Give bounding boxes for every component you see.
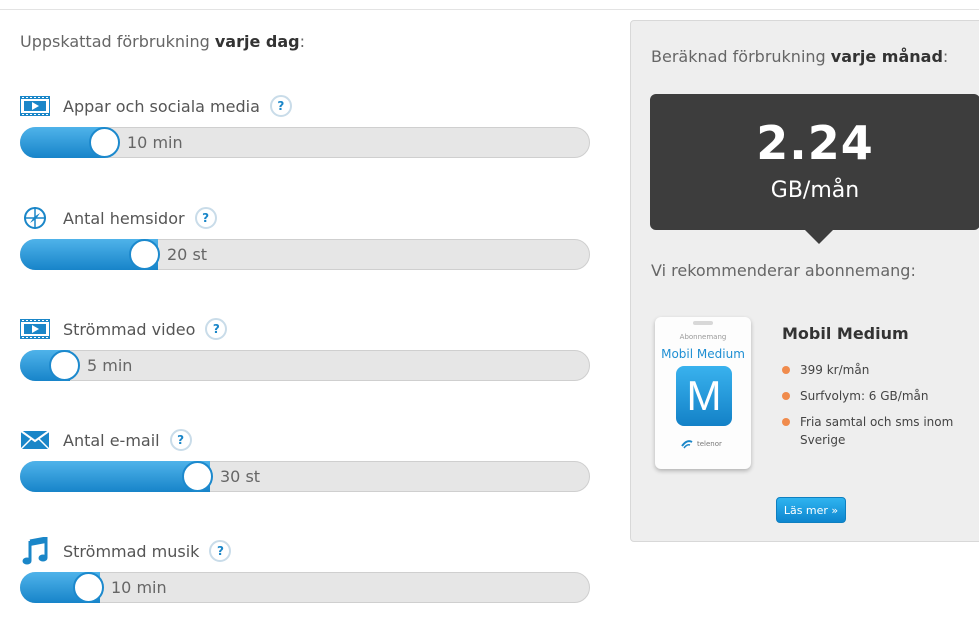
- usage-unit: GB/mån: [770, 178, 860, 203]
- slider-value: 10 min: [111, 578, 167, 597]
- feature-item: Fria samtal och sms inom Sverige: [782, 413, 979, 449]
- product-name: Mobil Medium: [782, 324, 909, 343]
- slider-track[interactable]: 5 min: [20, 350, 590, 381]
- read-more-button[interactable]: Läs mer »: [776, 497, 846, 523]
- slider-handle[interactable]: [89, 127, 120, 158]
- result-panel: Beräknad förbrukning varje månad: 2.24 G…: [630, 20, 979, 542]
- telenor-logo: telenor: [681, 437, 731, 451]
- slider-track[interactable]: 30 st: [20, 461, 590, 492]
- telenor-icon: [681, 440, 693, 449]
- bullet-icon: [782, 366, 790, 374]
- slider-value: 20 st: [167, 245, 208, 264]
- slider-handle[interactable]: [182, 461, 213, 492]
- slider-track[interactable]: 10 min: [20, 127, 590, 158]
- slider-handle[interactable]: [73, 572, 104, 603]
- slider-label: Appar och sociala media: [63, 96, 260, 116]
- slider-value: 10 min: [127, 133, 183, 152]
- film-icon: [20, 315, 50, 343]
- help-button[interactable]: ?: [209, 540, 232, 562]
- pointer-arrow: [805, 230, 833, 244]
- help-button[interactable]: ?: [205, 318, 228, 340]
- product-package-image: Abonnemang Mobil Medium M telenor: [655, 317, 751, 469]
- feature-item: 399 kr/mån: [782, 361, 979, 379]
- film-icon: [20, 92, 50, 120]
- slider-row-apps: Appar och sociala media ? 10 min: [20, 92, 590, 192]
- help-button[interactable]: ?: [169, 429, 192, 451]
- package-subtitle: Abonnemang: [679, 333, 727, 341]
- package-letter-tile: M: [676, 366, 732, 426]
- feature-item: Surfvolym: 6 GB/mån: [782, 387, 979, 405]
- slider-row-email: Antal e-mail ? 30 st: [20, 426, 590, 526]
- slider-row-video: Strömmad video ? 5 min: [20, 315, 590, 415]
- music-note-icon: [20, 537, 50, 565]
- monthly-usage-title: Beräknad förbrukning varje månad:: [651, 47, 949, 66]
- slider-handle[interactable]: [49, 350, 80, 381]
- bullet-icon: [782, 392, 790, 400]
- slider-handle[interactable]: [129, 239, 160, 270]
- usage-result-box: 2.24 GB/mån: [650, 94, 979, 244]
- slider-value: 30 st: [220, 467, 261, 486]
- slider-track[interactable]: 10 min: [20, 572, 590, 603]
- slider-label: Antal e-mail: [63, 430, 160, 450]
- product-features: 399 kr/mån Surfvolym: 6 GB/mån Fria samt…: [782, 361, 979, 457]
- slider-row-music: Strömmad musik ? 10 min: [20, 537, 590, 637]
- slider-row-websites: Antal hemsidor ? 20 st: [20, 204, 590, 304]
- help-button[interactable]: ?: [194, 207, 217, 229]
- slider-label: Strömmad video: [63, 319, 196, 339]
- recommendation-title: Vi rekommenderar abonnemang:: [651, 261, 916, 280]
- slider-label: Strömmad musik: [63, 541, 200, 561]
- compass-icon: [20, 204, 50, 232]
- envelope-icon: [20, 426, 50, 454]
- help-button[interactable]: ?: [269, 95, 292, 117]
- usage-value: 2.24: [756, 116, 874, 170]
- package-hanger: [693, 321, 713, 325]
- slider-label: Antal hemsidor: [63, 208, 185, 228]
- top-divider: [0, 9, 979, 10]
- daily-usage-title: Uppskattad förbrukning varje dag:: [20, 32, 305, 51]
- slider-track[interactable]: 20 st: [20, 239, 590, 270]
- slider-value: 5 min: [87, 356, 133, 375]
- bullet-icon: [782, 418, 790, 426]
- package-name: Mobil Medium: [661, 347, 745, 361]
